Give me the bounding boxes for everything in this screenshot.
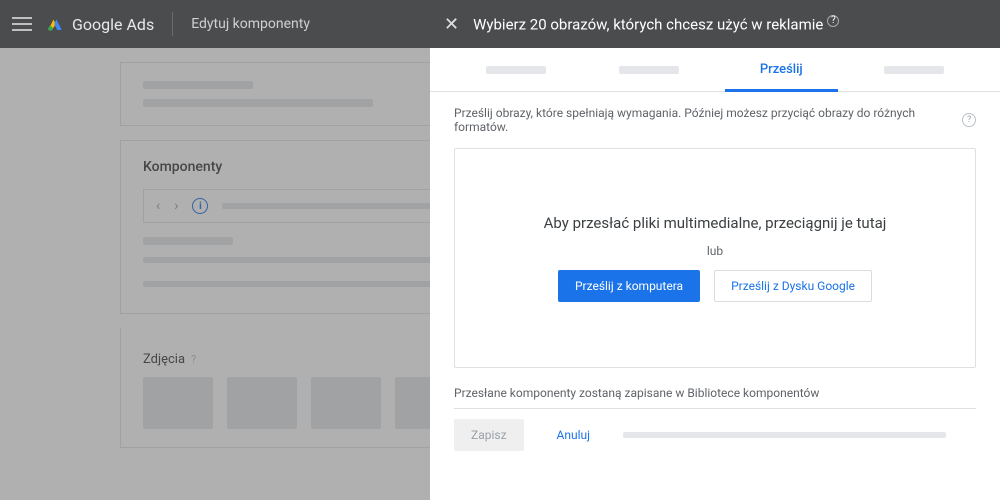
save-button: Zapisz — [454, 419, 524, 451]
help-icon[interactable]: ? — [827, 15, 839, 27]
menu-icon[interactable] — [12, 17, 32, 31]
library-save-note: Przesłane komponenty zostaną zapisane w … — [454, 386, 976, 400]
dropzone-text: Aby przesłać pliki multimedialne, przeci… — [544, 214, 887, 232]
breadcrumb: Edytuj komponenty — [191, 16, 310, 32]
close-icon[interactable]: ✕ — [444, 14, 459, 35]
upload-from-drive-button[interactable]: Prześlij z Dysku Google — [714, 270, 872, 302]
image-picker-panel: ✕ Wybierz 20 obrazów, których chcesz uży… — [430, 0, 1000, 500]
brand-name: Google Ads — [72, 15, 154, 34]
tab-upload[interactable]: Prześlij — [715, 48, 848, 91]
tab-placeholder-2[interactable] — [583, 48, 716, 91]
panel-header: ✕ Wybierz 20 obrazów, których chcesz uży… — [430, 0, 1000, 48]
modal-scrim — [0, 48, 430, 500]
google-ads-logo-icon — [46, 15, 64, 33]
tab-placeholder-1[interactable] — [450, 48, 583, 91]
upload-dropzone[interactable]: Aby przesłać pliki multimedialne, przeci… — [454, 148, 976, 368]
help-icon[interactable]: ? — [962, 113, 976, 127]
dropzone-or: lub — [707, 244, 723, 258]
source-tabs: Prześlij — [430, 48, 1000, 92]
tab-placeholder-3[interactable] — [848, 48, 981, 91]
upload-from-computer-button[interactable]: Prześlij z komputera — [558, 270, 700, 302]
upload-hint: Prześlij obrazy, które spełniają wymagan… — [454, 106, 962, 134]
divider — [172, 12, 173, 36]
panel-title: Wybierz 20 obrazów, których chcesz użyć … — [473, 15, 839, 34]
cancel-button[interactable]: Anuluj — [540, 419, 607, 451]
panel-footer: Zapisz Anuluj — [454, 408, 976, 461]
